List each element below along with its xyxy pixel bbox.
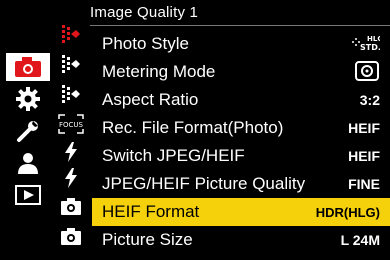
wrench-icon[interactable] [6,117,50,145]
menu-item-value: 3:2 [359,92,380,108]
menu-item-label: Photo Style [102,34,189,53]
flash-icon[interactable] [54,140,88,164]
menu-screen: Image Quality 1 FOCUS Photo Style HL STD… [0,0,390,260]
menu-item-heif-format[interactable]: HEIF Format HDR(HLG) [92,198,390,226]
menu-item-aspect-ratio[interactable]: Aspect Ratio 3:2 [92,86,390,114]
svg-text:STD.: STD. [360,43,380,52]
menu-item-value: L 24M [340,232,380,248]
camera-small-icon[interactable] [54,194,88,218]
playback-icon[interactable] [6,181,50,209]
menu-item-label: JPEG/HEIF Picture Quality [102,174,306,193]
menu-item-label: Picture Size [102,230,193,249]
menu-list: Photo Style HLG STD. Metering Mode Aspec [92,30,390,254]
divider [90,25,390,26]
menu-item-label: Rec. File Format(Photo) [102,118,284,137]
menu-item-picture-quality[interactable]: JPEG/HEIF Picture Quality FINE [92,170,390,198]
camera-icon[interactable] [6,53,50,81]
menu-item-value: HEIF [348,120,380,136]
photo-style-hlg-std-icon: HLG STD. [350,33,383,56]
image-quality-white-icon[interactable] [54,82,88,106]
menu-item-metering-mode[interactable]: Metering Mode [92,58,390,86]
image-quality-white-icon[interactable] [54,52,88,76]
image-quality-red-icon[interactable] [54,22,88,46]
person-icon[interactable] [6,149,50,177]
gear-icon[interactable] [6,85,50,113]
svg-text:FOCUS: FOCUS [59,121,84,129]
menu-item-photo-style[interactable]: Photo Style HLG STD. [92,30,390,58]
menu-item-value: HDR(HLG) [315,204,380,220]
focus-icon[interactable]: FOCUS [54,112,88,136]
multi-metering-icon [354,60,380,85]
menu-item-picture-size[interactable]: Picture Size L 24M [92,226,390,254]
menu-item-value: HEIF [348,148,380,164]
menu-item-value: FINE [348,176,380,192]
menu-item-label: Aspect Ratio [102,90,199,109]
camera-small-icon[interactable] [54,224,88,248]
menu-item-label: Metering Mode [102,62,216,81]
menu-item-label: Switch JPEG/HEIF [102,146,245,165]
menu-item-switch-jpeg-heif[interactable]: Switch JPEG/HEIF HEIF [92,142,390,170]
menu-item-rec-file-format[interactable]: Rec. File Format(Photo) HEIF [92,114,390,142]
flash-icon[interactable] [54,166,88,190]
svg-text:HLG: HLG [367,35,380,43]
menu-item-label: HEIF Format [102,202,200,221]
page-title: Image Quality 1 [90,4,199,21]
